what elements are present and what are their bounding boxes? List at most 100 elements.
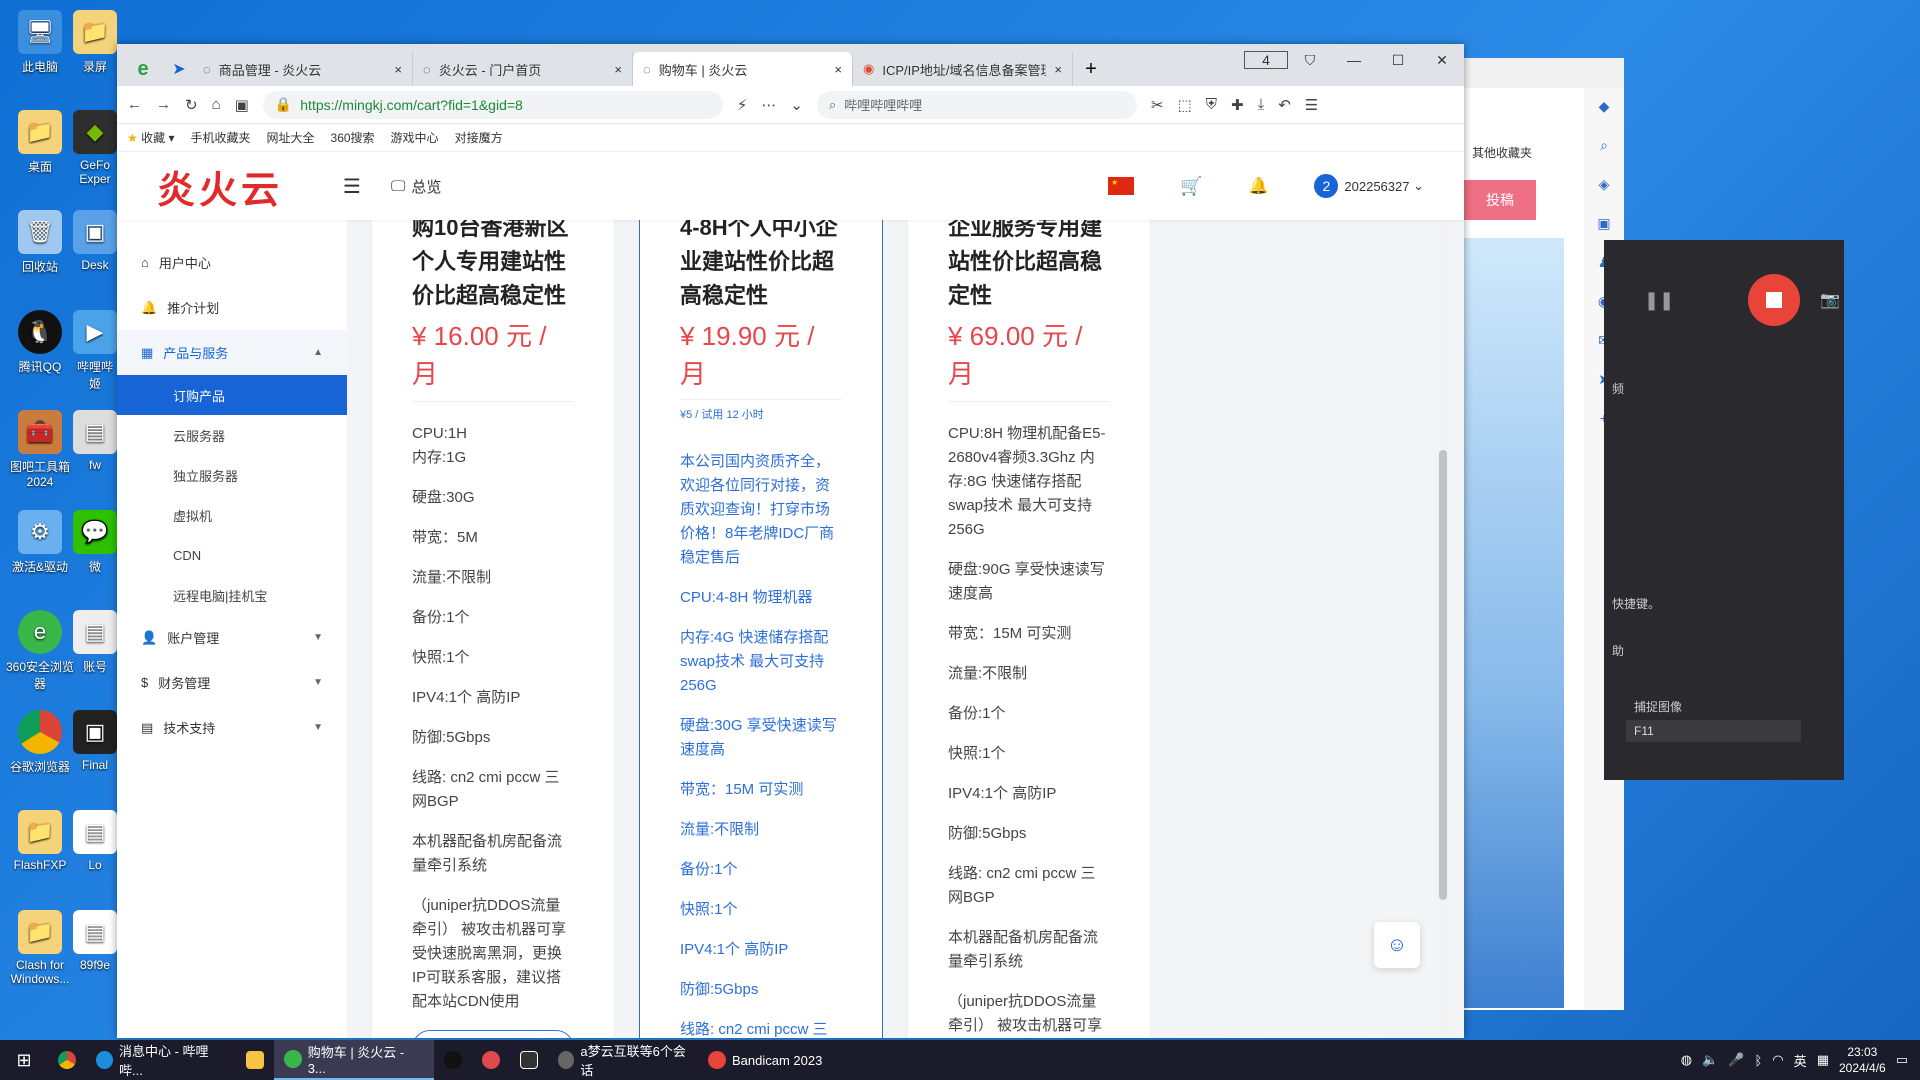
- shield-icon[interactable]: ⛨: [1206, 96, 1217, 113]
- bell-icon[interactable]: 🔔: [1248, 176, 1268, 196]
- undo-icon[interactable]: ↶: [1278, 96, 1291, 114]
- minimize-button[interactable]: —: [1332, 44, 1376, 76]
- tab-cart[interactable]: ◌ 购物车 | 炎火云 ×: [633, 52, 853, 86]
- desktop-icon-lo[interactable]: ▤ Lo: [70, 810, 120, 872]
- download-icon[interactable]: ⤓: [1258, 96, 1265, 113]
- maximize-button[interactable]: ☐: [1376, 44, 1420, 76]
- bookmark-mobile[interactable]: 手机收藏夹: [190, 129, 250, 146]
- desktop-icon-toolbox[interactable]: 🧰 图吧工具箱 2024: [0, 410, 80, 489]
- lightning-icon[interactable]: ⚡: [737, 96, 748, 114]
- desktop-icon-fw[interactable]: ▤ fw: [70, 410, 120, 472]
- taskbar-qq[interactable]: [434, 1040, 472, 1080]
- page-scrollbar[interactable]: [1436, 220, 1450, 1038]
- desktop-icon-desk[interactable]: ▣ Desk: [70, 210, 120, 272]
- extension-icon[interactable]: ⬚: [1178, 96, 1192, 114]
- clock[interactable]: 23:03 2024/4/6: [1839, 1044, 1886, 1076]
- bookmark-sites[interactable]: 网址大全: [267, 129, 315, 146]
- close-icon[interactable]: ×: [614, 62, 622, 77]
- desktop-icon-360-browser[interactable]: e 360安全浏览器: [0, 610, 80, 692]
- pause-icon[interactable]: ❚❚: [1644, 290, 1674, 311]
- desktop-icon-final[interactable]: ▣ Final: [70, 710, 120, 772]
- bookmark-360-search[interactable]: 360搜索: [331, 129, 375, 146]
- china-flag-icon[interactable]: [1108, 177, 1135, 195]
- close-icon[interactable]: ×: [834, 62, 842, 77]
- ime-lang[interactable]: 英: [1794, 1051, 1807, 1070]
- start-button[interactable]: ⊞: [0, 1040, 48, 1080]
- puzzle-icon[interactable]: ✚: [1231, 96, 1244, 114]
- desktop-icon-89f9e[interactable]: ▤ 89f9e: [70, 910, 120, 972]
- site-logo[interactable]: 炎火云: [157, 159, 283, 214]
- product-card-featured[interactable]: 4-8H个人中小企 业建站性价比超 高稳定性 ¥ 19.90 元 / 月 ¥5 / 试…: [639, 220, 883, 1038]
- desktop-icon-desktop[interactable]: 📁 桌面: [0, 110, 80, 175]
- refresh-icon[interactable]: ↻: [185, 96, 198, 114]
- sidebar-sub-vm[interactable]: 虚拟机: [117, 495, 347, 535]
- desktop-icon-geforce[interactable]: ◆ GeFo Exper: [70, 110, 120, 186]
- copilot-icon[interactable]: ◆: [1599, 98, 1610, 115]
- post-button[interactable]: 投稿: [1464, 180, 1536, 220]
- wallet-icon[interactable]: ▣: [235, 96, 249, 114]
- network-icon[interactable]: ◍: [1681, 1052, 1692, 1068]
- camera-icon[interactable]: 📷: [1820, 290, 1840, 310]
- customer-service-button[interactable]: ☺: [1374, 922, 1420, 968]
- address-bar[interactable]: 🔒 https://mingkj.com/cart?fid=1&gid=8: [262, 90, 723, 119]
- taskbar-netease[interactable]: [472, 1040, 510, 1080]
- tab-count-badge[interactable]: 4: [1244, 44, 1288, 76]
- taskbar-360-cart[interactable]: 购物车 | 炎火云 - 3...: [274, 1040, 434, 1080]
- other-favorites[interactable]: 其他收藏夹: [1472, 144, 1532, 161]
- desktop-icon-chrome[interactable]: 谷歌浏览器: [0, 710, 80, 775]
- desktop-icon-clash[interactable]: 📁 Clash for Windows...: [0, 910, 80, 986]
- menu-toggle-icon[interactable]: ☰: [343, 174, 361, 199]
- search-box[interactable]: ⌕ 哔哩哔哩哔哩: [816, 90, 1137, 119]
- wifi-icon[interactable]: ◠: [1772, 1052, 1783, 1068]
- new-tab-button[interactable]: +: [1073, 52, 1109, 86]
- back-icon[interactable]: ←: [127, 96, 142, 113]
- bookmark-favorites[interactable]: ★ 收藏 ▾: [127, 129, 174, 146]
- more-dots-icon[interactable]: ⋯: [761, 96, 776, 114]
- browser-logo-icon[interactable]: e: [121, 52, 165, 86]
- taskbar-chat-sessions[interactable]: a梦云互联等6个会话: [548, 1040, 698, 1080]
- cart-icon[interactable]: 🛒: [1180, 176, 1202, 197]
- shirt-icon[interactable]: ⛉: [1288, 44, 1332, 76]
- keyboard-grid-icon[interactable]: ▦: [1817, 1052, 1829, 1068]
- stop-record-button[interactable]: [1748, 274, 1800, 326]
- product-card[interactable]: 购10台香港新区 个人专用建站性 价比超高稳定性 ¥ 16.00 元 / 月 CPU:…: [371, 220, 615, 1038]
- volume-icon[interactable]: 🔈: [1702, 1052, 1718, 1068]
- sidebar-sub-cdn[interactable]: CDN: [117, 535, 347, 575]
- overview-link[interactable]: 🖵 总览: [391, 176, 441, 197]
- sidebar-item-products[interactable]: ▦ 产品与服务 ▲: [117, 330, 347, 375]
- desktop-icon-record[interactable]: 📁 录屏: [70, 10, 120, 75]
- desktop-icon-qq[interactable]: 🐧 腾讯QQ: [0, 310, 80, 375]
- forward-icon[interactable]: →: [156, 96, 171, 113]
- notification-icon[interactable]: ▭: [1896, 1052, 1908, 1068]
- product-card[interactable]: 企业服务专用建 站性价比超高稳 定性 ¥ 69.00 元 / 月 CPU:8H 物理机…: [907, 220, 1151, 1038]
- sidebar-item-support[interactable]: ▤ 技术支持 ▼: [117, 705, 347, 750]
- desktop-icon-account[interactable]: ▤ 账号: [70, 610, 120, 675]
- close-icon[interactable]: ×: [394, 62, 402, 77]
- bookmark-games[interactable]: 游戏中心: [391, 129, 439, 146]
- close-window-button[interactable]: ✕: [1420, 44, 1464, 76]
- sidebar-sub-remote-pc[interactable]: 远程电脑|挂机宝: [117, 575, 347, 615]
- sidebar-sub-cloud-server[interactable]: 云服务器: [117, 415, 347, 455]
- tab-icp-info[interactable]: ◉ ICP/IP地址/域名信息备案管理 ×: [853, 52, 1073, 86]
- pin-icon[interactable]: ➤: [165, 52, 193, 86]
- close-icon[interactable]: ×: [1054, 62, 1062, 77]
- desktop-icon-activate[interactable]: ⚙ 激活&驱动: [0, 510, 80, 575]
- sidebar-sub-dedicated-server[interactable]: 独立服务器: [117, 455, 347, 495]
- mic-icon[interactable]: 🎤: [1728, 1052, 1744, 1068]
- taskbar-chrome[interactable]: [48, 1040, 86, 1080]
- sidebar-item-referral[interactable]: 🔔 推介计划: [117, 285, 347, 330]
- user-menu[interactable]: 2 202256327 ⌄: [1314, 174, 1424, 198]
- order-button[interactable]: [412, 1030, 574, 1038]
- desktop-icon-wechat[interactable]: 💬 微: [70, 510, 120, 575]
- taskbar-edge-messages[interactable]: 消息中心 - 哔哩哔...: [86, 1040, 236, 1080]
- tag-icon[interactable]: ◈: [1599, 176, 1610, 193]
- sidebar-item-finance[interactable]: $ 财务管理 ▼: [117, 660, 347, 705]
- desktop-icon-flashfxp[interactable]: 📁 FlashFXP: [0, 810, 80, 872]
- sidebar-sub-order[interactable]: 订购产品: [117, 375, 347, 415]
- briefcase-icon[interactable]: ▣: [1597, 215, 1610, 232]
- bluetooth-icon[interactable]: ᛒ: [1755, 1053, 1763, 1068]
- scrollbar-thumb[interactable]: [1439, 450, 1447, 900]
- sidebar-item-account[interactable]: 👤 账户管理 ▼: [117, 615, 347, 660]
- taskbar-bandicam[interactable]: Bandicam 2023: [698, 1040, 838, 1080]
- home-icon[interactable]: ⌂: [212, 96, 221, 113]
